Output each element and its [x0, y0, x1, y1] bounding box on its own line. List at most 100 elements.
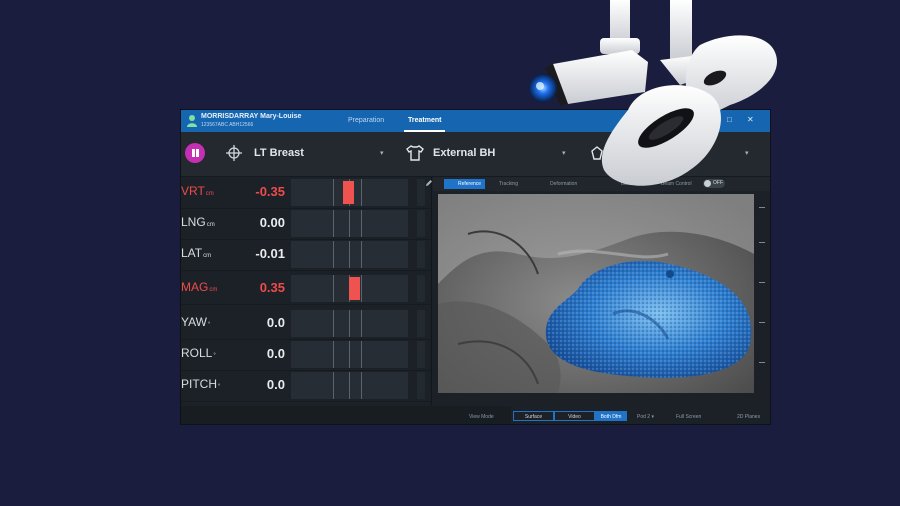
- track-end: [417, 210, 425, 237]
- row-label: YAW°: [181, 315, 210, 329]
- track-end: [417, 341, 425, 368]
- view-mode-label: View Mode: [469, 414, 494, 420]
- axis-name: VRT: [181, 184, 205, 198]
- patient-surface-image: [438, 194, 754, 393]
- motion-row-lat: LATcm -0.01: [181, 239, 431, 271]
- full-screen-button[interactable]: Full Screen: [676, 414, 701, 420]
- beam-control-toggle[interactable]: OFF: [703, 179, 725, 188]
- axis-unit: cm: [205, 191, 214, 197]
- view-mode-bar: View Mode Surface Video Both Dfm Pod 2 ▾…: [433, 410, 770, 424]
- center-tick: [349, 372, 350, 399]
- patient-name: MORRISDARRAY Mary-Louise: [201, 113, 302, 120]
- tab-tracking[interactable]: Tracking: [499, 179, 518, 189]
- row-value: -0.35: [255, 184, 285, 199]
- chevron-down-icon[interactable]: ▾: [380, 149, 384, 157]
- toggle-state: OFF: [713, 180, 723, 186]
- tolerance-track: [291, 241, 408, 268]
- axis-unit: cm: [209, 287, 218, 293]
- row-value: 0.35: [259, 280, 285, 295]
- motion-row-mag: MAGcm 0.35: [181, 273, 431, 305]
- track-end: [417, 179, 425, 206]
- tab-treatment[interactable]: Treatment: [403, 117, 447, 132]
- setup-icon: [591, 146, 603, 160]
- site-selector[interactable]: LT Breast: [254, 147, 304, 159]
- tolerance-tick: [361, 310, 362, 337]
- center-tick: [349, 241, 350, 268]
- tolerance-tick: [361, 372, 362, 399]
- track-end: [417, 372, 425, 399]
- scale-tick: [759, 282, 765, 283]
- view-mode-video[interactable]: Video: [554, 411, 595, 421]
- tolerance-tick: [333, 275, 334, 302]
- tab-reference[interactable]: Reference: [444, 179, 486, 189]
- motion-panel: VRTcm -0.35 LNGcm 0.00 LATcm -0.01 MAGcm…: [181, 177, 431, 405]
- pencil-icon[interactable]: [425, 179, 433, 187]
- close-button[interactable]: ✕: [747, 115, 754, 124]
- row-label: ROLL°: [181, 346, 216, 360]
- row-label: LATcm: [181, 246, 211, 260]
- tolerance-tick: [333, 310, 334, 337]
- treatment-window: MORRISDARRAY Mary-Louise 123567ABC ABH12…: [181, 110, 770, 424]
- panel-divider: [431, 177, 432, 405]
- motion-row-roll: ROLL° 0.0: [181, 339, 431, 371]
- left-pod: [529, 0, 648, 106]
- tab-deformation[interactable]: Deformation: [550, 179, 577, 189]
- track-end: [417, 275, 425, 302]
- tolerance-tick: [333, 341, 334, 368]
- camera-panel: Reference Tracking Deformation Isocenter…: [426, 177, 770, 424]
- axis-name: MAG: [181, 280, 209, 294]
- track-end: [417, 241, 425, 268]
- axis-name: ROLL: [181, 346, 213, 360]
- maximize-button[interactable]: □: [727, 115, 732, 124]
- tolerance-tick: [361, 275, 362, 302]
- motion-row-vrt: VRTcm -0.35: [181, 177, 431, 209]
- pause-button[interactable]: [185, 143, 205, 163]
- treatment-toolbar: LT Breast ▾ External BH ▾ ▾: [181, 132, 770, 177]
- beam-control-label: Beam Control: [661, 181, 692, 187]
- title-bar: MORRISDARRAY Mary-Louise 123567ABC ABH12…: [181, 110, 770, 132]
- view-mode-both[interactable]: Both Dfm: [595, 411, 627, 421]
- patient-icon: [187, 115, 197, 127]
- shirt-icon: [406, 145, 424, 161]
- tolerance-tick: [361, 210, 362, 237]
- pod-selector[interactable]: Pod 2 ▾: [637, 414, 654, 420]
- tab-preparation[interactable]: Preparation: [348, 117, 384, 124]
- row-label: LNGcm: [181, 215, 215, 229]
- offset-indicator: [343, 181, 354, 204]
- scale-tick: [759, 322, 765, 323]
- axis-unit: cm: [203, 253, 212, 259]
- row-label: VRTcm: [181, 184, 214, 198]
- tolerance-tick: [333, 241, 334, 268]
- motion-row-lng: LNGcm 0.00: [181, 208, 431, 240]
- chevron-down-icon[interactable]: ▾: [745, 149, 749, 157]
- tolerance-tick: [333, 372, 334, 399]
- scale-tick: [759, 207, 765, 208]
- tolerance-track: [291, 341, 408, 368]
- row-value: 0.00: [259, 215, 285, 230]
- mode-selector[interactable]: External BH: [433, 147, 495, 159]
- 2d-planes-button[interactable]: 2D Planes: [737, 414, 760, 420]
- row-value: 0.0: [266, 377, 285, 392]
- axis-name: LAT: [181, 246, 203, 260]
- row-label: MAGcm: [181, 280, 217, 294]
- offset-indicator: [349, 277, 360, 300]
- axis-name: LNG: [181, 215, 206, 229]
- side-scale: [756, 197, 766, 392]
- tolerance-track: [291, 210, 408, 237]
- scale-tick: [759, 362, 765, 363]
- view-mode-surface[interactable]: Surface: [513, 411, 554, 421]
- axis-unit: °: [213, 353, 216, 359]
- tolerance-track: [291, 310, 408, 337]
- axis-unit: °: [218, 384, 221, 390]
- scale-tick: [759, 242, 765, 243]
- tab-isocenter[interactable]: Isocenter: [621, 179, 642, 189]
- row-value: -0.01: [255, 246, 285, 261]
- center-tick: [349, 341, 350, 368]
- row-value: 0.0: [266, 315, 285, 330]
- chevron-down-icon[interactable]: ▾: [562, 149, 566, 157]
- tolerance-tick: [333, 210, 334, 237]
- track-end: [417, 310, 425, 337]
- axis-name: PITCH: [181, 377, 217, 391]
- tolerance-tick: [361, 241, 362, 268]
- camera-video-view[interactable]: [438, 194, 754, 393]
